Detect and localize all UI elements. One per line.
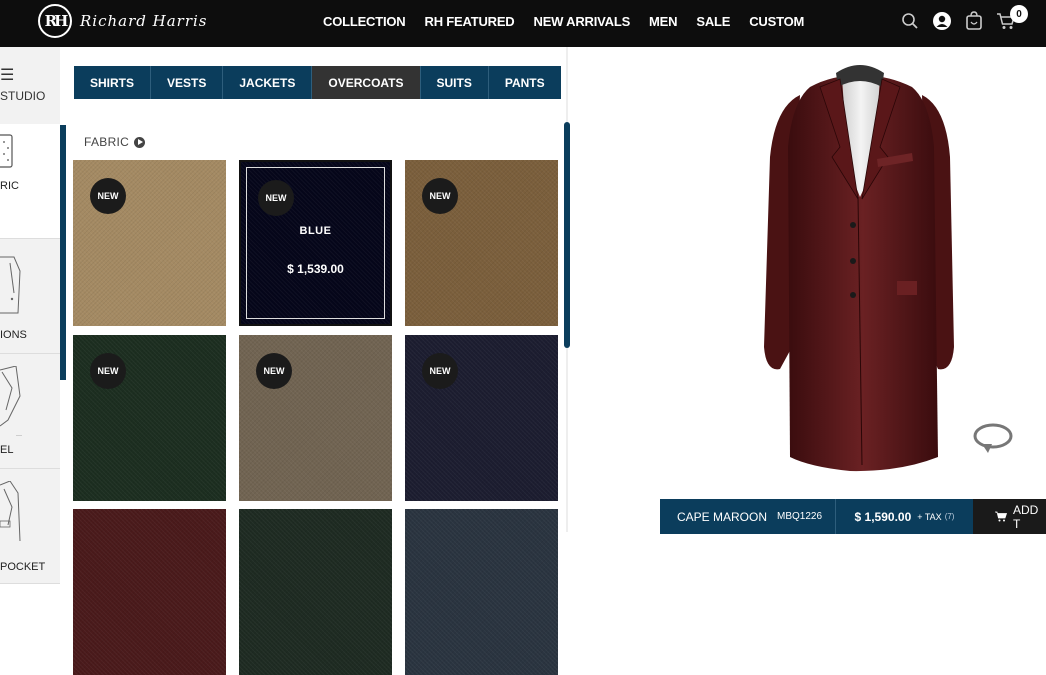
sidebar-item-label: EL (0, 444, 14, 456)
new-badge: NEW (258, 180, 294, 216)
sidebar-item-label: POCKET (0, 561, 46, 573)
bag-icon[interactable] (964, 10, 984, 32)
search-icon[interactable] (900, 10, 920, 32)
top-header: RH Richard Harris COLLECTION RH FEATURED… (0, 0, 1046, 47)
nav-men[interactable]: MEN (649, 14, 677, 29)
sidebar-item-label: RIC (0, 180, 19, 192)
fabric-swatch[interactable] (405, 509, 558, 675)
product-name-box: CAPE MAROON MBQ1226 (660, 499, 835, 534)
product-code: MBQ1226 (777, 511, 823, 522)
tab-jackets[interactable]: JACKETS (223, 66, 313, 99)
fabric-swatch[interactable]: NEW (73, 160, 226, 326)
sidebar-item-options[interactable]: IONS (0, 239, 60, 354)
header-icons: 0 (888, 5, 1028, 32)
nav-new-arrivals[interactable]: NEW ARRIVALS (534, 14, 631, 29)
fabric-icon (0, 134, 14, 173)
fabric-swatch[interactable]: NEW BLUE $ 1,539.00 (239, 160, 392, 326)
add-to-cart-button[interactable]: ADD T (973, 499, 1046, 534)
fabric-swatch[interactable] (73, 509, 226, 675)
new-badge: NEW (90, 353, 126, 389)
tab-overcoats[interactable]: OVERCOATS (312, 66, 421, 99)
garment-preview (570, 47, 1046, 539)
new-badge: NEW (256, 353, 292, 389)
rotate-view-icon[interactable] (972, 420, 1014, 456)
logo-text: Richard Harris (80, 12, 208, 30)
cart-icon[interactable]: 0 (996, 5, 1028, 32)
tab-pants[interactable]: PANTS (489, 66, 561, 99)
cart-count-badge: 0 (1010, 5, 1028, 23)
fabric-swatch[interactable]: NEW (405, 160, 558, 326)
play-circle-icon (134, 136, 146, 148)
logo-mark: RH (38, 4, 72, 38)
product-price: $ 1,590.00 (854, 509, 912, 524)
sidebar-item-fabric[interactable]: RIC (0, 124, 60, 239)
studio-label: STUDIO (0, 89, 46, 103)
tax-note[interactable]: (7) (945, 512, 955, 521)
product-name: CAPE MAROON (677, 509, 768, 524)
cart-icon (995, 511, 1007, 522)
section-label-text: FABRIC (84, 135, 130, 149)
nav-sale[interactable]: SALE (696, 14, 730, 29)
brand-logo[interactable]: RH Richard Harris (38, 4, 208, 38)
studio-sidebar: ☰ STUDIO RIC IONS EL POCKET (0, 47, 60, 584)
section-label-fabric[interactable]: FABRIC (84, 135, 146, 149)
garment-tabs: SHIRTS VESTS JACKETS OVERCOATS SUITS PAN… (74, 66, 561, 99)
nav-collection[interactable]: COLLECTION (323, 14, 406, 29)
menu-icon[interactable]: ☰ (0, 65, 14, 85)
sidebar-item-label: IONS (0, 329, 27, 341)
fabric-swatch[interactable]: NEW (239, 335, 392, 501)
swatch-name: BLUE (299, 225, 332, 237)
product-price-box: $ 1,590.00 + TAX (7) (835, 499, 973, 534)
nav-custom[interactable]: CUSTOM (749, 14, 804, 29)
fabric-swatch[interactable]: NEW (73, 335, 226, 501)
fabric-swatch[interactable]: NEW (405, 335, 558, 501)
new-badge: NEW (90, 178, 126, 214)
pocket-icon (0, 480, 22, 546)
tab-suits[interactable]: SUITS (421, 66, 489, 99)
fabric-swatch[interactable] (239, 509, 392, 675)
user-icon[interactable] (932, 10, 952, 32)
main-nav: COLLECTION RH FEATURED NEW ARRIVALS MEN … (323, 14, 823, 29)
studio-menu[interactable]: ☰ STUDIO (0, 47, 60, 124)
options-icon (0, 253, 22, 320)
overcoat-image (764, 65, 954, 472)
tab-vests[interactable]: VESTS (151, 66, 224, 99)
sidebar-item-pocket[interactable]: POCKET (0, 469, 60, 584)
product-bar: CAPE MAROON MBQ1226 $ 1,590.00 + TAX (7)… (660, 499, 1046, 534)
new-badge: NEW (422, 178, 458, 214)
lapel-icon (0, 365, 22, 441)
fabric-pane: SHIRTS VESTS JACKETS OVERCOATS SUITS PAN… (66, 47, 570, 675)
swatch-price: $ 1,539.00 (287, 262, 344, 276)
nav-rh-featured[interactable]: RH FEATURED (425, 14, 515, 29)
tax-label: + TAX (917, 511, 942, 522)
sidebar-item-lapel[interactable]: EL (0, 354, 60, 469)
add-to-cart-label: ADD T (1013, 502, 1039, 531)
new-badge: NEW (422, 353, 458, 389)
tab-shirts[interactable]: SHIRTS (74, 66, 152, 99)
